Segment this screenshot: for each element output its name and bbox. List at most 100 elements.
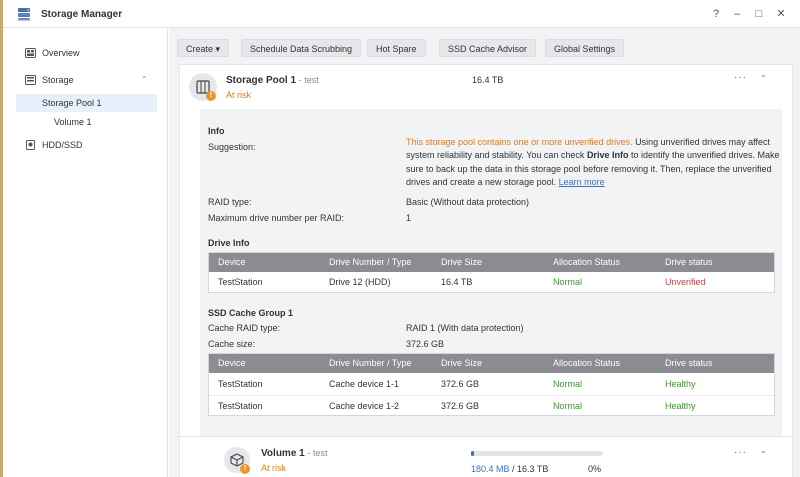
cell-drive-status: Healthy bbox=[665, 379, 696, 389]
column-header: Device bbox=[218, 358, 246, 368]
column-header: Drive Size bbox=[441, 358, 483, 368]
column-header: Drive Number / Type bbox=[329, 257, 412, 267]
schedule-data-scrubbing-button[interactable]: Schedule Data Scrubbing bbox=[241, 39, 362, 57]
suggestion-text: This storage pool contains one or more u… bbox=[406, 136, 788, 189]
sidebar-item-label: Volume 1 bbox=[54, 117, 92, 127]
storage-pool-card: ! Storage Pool 1 - test At risk 16.4 TB … bbox=[179, 64, 793, 466]
column-header: Allocation Status bbox=[553, 358, 621, 368]
max-drive-label: Maximum drive number per RAID: bbox=[208, 213, 345, 223]
cell-drive-number: Cache device 1-1 bbox=[329, 379, 400, 389]
cell-device: TestStation bbox=[218, 401, 263, 411]
sidebar-item-label: Storage bbox=[42, 75, 74, 85]
volume-used: 180.4 MB bbox=[471, 464, 510, 474]
cache-size-value: 372.6 GB bbox=[406, 339, 445, 349]
table-row[interactable]: TestStation Drive 12 (HDD) 16.4 TB Norma… bbox=[209, 272, 774, 293]
cell-drive-size: 372.6 GB bbox=[441, 401, 480, 411]
sidebar-item-volume-1[interactable]: Volume 1 bbox=[3, 113, 168, 131]
raid-type-label: RAID type: bbox=[208, 197, 252, 207]
cache-size-label: Cache size: bbox=[208, 339, 256, 349]
pool-title[interactable]: Storage Pool 1 - test bbox=[226, 75, 319, 86]
cell-allocation-status: Normal bbox=[553, 379, 583, 389]
volume-status: At risk bbox=[261, 463, 287, 473]
column-header: Drive Number / Type bbox=[329, 358, 412, 368]
chevron-up-icon[interactable]: ⌃ bbox=[141, 71, 148, 89]
suggestion-label: Suggestion: bbox=[208, 142, 256, 152]
volume-title[interactable]: Volume 1 - test bbox=[261, 448, 328, 459]
title-bar: Storage Manager ? – □ ✕ bbox=[3, 0, 800, 28]
sidebar-item-hdd-ssd[interactable]: HDD/SSD bbox=[3, 136, 168, 154]
info-heading: Info bbox=[208, 126, 225, 136]
cell-allocation-status: Normal bbox=[553, 277, 583, 287]
more-options-icon[interactable]: ··· bbox=[734, 447, 747, 458]
table-header: Device Drive Number / Type Drive Size Al… bbox=[209, 253, 774, 272]
cell-drive-number: Cache device 1-2 bbox=[329, 401, 400, 411]
table-row[interactable]: TestStation Cache device 1-2 372.6 GB No… bbox=[209, 395, 774, 416]
cell-device: TestStation bbox=[218, 379, 263, 389]
cell-device: TestStation bbox=[218, 277, 263, 287]
volume-usage-fill bbox=[471, 451, 474, 456]
global-settings-button[interactable]: Global Settings bbox=[545, 39, 625, 57]
pool-size: 16.4 TB bbox=[472, 75, 504, 85]
minimize-icon[interactable]: – bbox=[729, 6, 745, 22]
window-title: Storage Manager bbox=[41, 9, 123, 20]
main-panel: Create ▾ Schedule Data Scrubbing Hot Spa… bbox=[169, 28, 800, 477]
volume-name: Volume 1 bbox=[261, 448, 305, 459]
hdd-icon bbox=[26, 140, 35, 150]
drive-info-heading: Drive Info bbox=[208, 238, 250, 248]
volume-icon: ! bbox=[224, 447, 250, 474]
raid-type-value: Basic (Without data protection) bbox=[406, 197, 530, 207]
storage-manager-app-icon bbox=[18, 8, 30, 21]
warning-icon: ! bbox=[206, 91, 216, 101]
collapse-icon[interactable]: ⌃ bbox=[760, 74, 767, 83]
sidebar-item-label: HDD/SSD bbox=[42, 140, 83, 150]
drive-info-table: Device Drive Number / Type Drive Size Al… bbox=[208, 252, 775, 293]
volume-usage-bar bbox=[471, 451, 603, 456]
close-icon[interactable]: ✕ bbox=[773, 6, 789, 22]
volume-percent: 0% bbox=[588, 464, 602, 474]
volume-usage-text: 180.4 MB / 16.3 TB bbox=[471, 464, 548, 474]
sidebar-item-overview[interactable]: Overview bbox=[3, 44, 168, 62]
sidebar-item-storage-pool-1[interactable]: Storage Pool 1 bbox=[16, 94, 157, 112]
expand-icon[interactable]: ⌄ bbox=[760, 446, 767, 455]
ssd-cache-heading: SSD Cache Group 1 bbox=[208, 308, 294, 318]
drive-info-reference: Drive Info bbox=[586, 150, 629, 161]
hot-spare-button[interactable]: Hot Spare bbox=[367, 39, 426, 57]
column-header: Drive Size bbox=[441, 257, 483, 267]
cell-drive-number: Drive 12 (HDD) bbox=[329, 277, 391, 287]
learn-more-link[interactable]: Learn more bbox=[559, 177, 605, 187]
cell-drive-status: Unverified bbox=[665, 277, 706, 287]
cell-drive-size: 16.4 TB bbox=[441, 277, 473, 287]
storage-manager-window: Storage Manager ? – □ ✕ Overview Storage… bbox=[0, 0, 800, 477]
volume-description: - test bbox=[307, 448, 328, 458]
cache-raid-value: RAID 1 (With data protection) bbox=[406, 323, 524, 333]
pool-status: At risk bbox=[226, 90, 252, 100]
sidebar-item-label: Overview bbox=[42, 48, 80, 58]
more-options-icon[interactable]: ··· bbox=[734, 72, 747, 83]
pool-description: - test bbox=[298, 75, 319, 85]
pool-name: Storage Pool 1 bbox=[226, 75, 297, 86]
ssd-cache-table: Device Drive Number / Type Drive Size Al… bbox=[208, 353, 775, 416]
pool-info-panel: Info Suggestion: This storage pool conta… bbox=[200, 109, 782, 451]
storage-icon bbox=[25, 75, 36, 85]
storage-pool-icon: ! bbox=[189, 73, 217, 101]
cell-allocation-status: Normal bbox=[553, 401, 583, 411]
volume-card: ! Volume 1 - test At risk 180.4 MB / 16.… bbox=[179, 436, 793, 477]
suggestion-warning: This storage pool contains one or more u… bbox=[406, 137, 633, 147]
max-drive-value: 1 bbox=[406, 213, 412, 223]
column-header: Drive status bbox=[665, 257, 713, 267]
sidebar: Overview Storage ⌃ Storage Pool 1 Volume… bbox=[3, 28, 168, 477]
create-button[interactable]: Create ▾ bbox=[177, 39, 230, 57]
table-row[interactable]: TestStation Cache device 1-1 372.6 GB No… bbox=[209, 374, 774, 395]
help-icon[interactable]: ? bbox=[708, 6, 724, 22]
ssd-cache-advisor-button[interactable]: SSD Cache Advisor bbox=[439, 39, 537, 57]
column-header: Drive status bbox=[665, 358, 713, 368]
overview-icon bbox=[25, 48, 36, 58]
maximize-icon[interactable]: □ bbox=[751, 6, 767, 22]
table-header: Device Drive Number / Type Drive Size Al… bbox=[209, 354, 774, 373]
cache-raid-label: Cache RAID type: bbox=[208, 323, 281, 333]
sidebar-item-storage[interactable]: Storage ⌃ bbox=[3, 71, 168, 89]
cell-drive-status: Healthy bbox=[665, 401, 696, 411]
column-header: Device bbox=[218, 257, 246, 267]
volume-total: / 16.3 TB bbox=[512, 464, 549, 474]
column-header: Allocation Status bbox=[553, 257, 621, 267]
